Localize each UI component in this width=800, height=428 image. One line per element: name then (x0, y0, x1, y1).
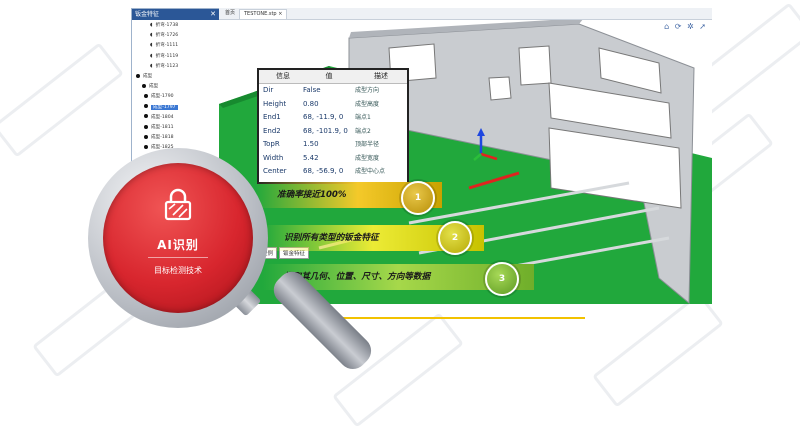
info-desc: 成型方向 (355, 87, 380, 94)
tab-testone-label: TESTONE.stp (244, 11, 277, 17)
info-table-row: End2 68, -101.9, 0 端点2 (259, 125, 407, 139)
info-value: 68, -56.9, 0 (303, 167, 344, 175)
tree-item[interactable]: 成型-1811 (144, 124, 174, 131)
bend-icon: ◖ (150, 22, 153, 28)
tree-item[interactable]: ◖ 折弯-1111 (150, 42, 178, 49)
tree-item-label: 成型 (149, 84, 159, 90)
bend-icon: ◖ (150, 42, 153, 49)
feature-dot-icon (144, 104, 148, 109)
bend-icon: ◖ (150, 62, 153, 69)
wall-cutout (518, 45, 552, 86)
header-value: 值 (325, 72, 333, 80)
tree-item[interactable]: ◖ 折弯-1726 (150, 32, 178, 39)
magnifier-subtitle: 目标检测技术 (154, 266, 202, 275)
settings-icon[interactable]: ✲ (687, 22, 694, 31)
header-info: 信息 (276, 72, 290, 80)
callout-text: 准确率接近100% (277, 190, 347, 200)
feature-dot-icon (136, 73, 140, 78)
magnifier-title: AI识别 (157, 238, 199, 252)
feature-tree-title-bar: 钣金特征 ✕ (132, 9, 219, 20)
rotate-icon[interactable]: ⟳ (675, 22, 682, 31)
feature-tree-title: 钣金特征 (135, 11, 160, 18)
tab-close-icon[interactable]: × (278, 11, 282, 17)
close-icon[interactable]: ✕ (210, 9, 216, 20)
tree-item[interactable]: 成型 (142, 83, 158, 90)
callout-text: 识别所有类型的钣金特征 (284, 233, 379, 243)
tree-item-label: 成型-1804 (151, 114, 174, 120)
info-value: 1.50 (303, 140, 319, 148)
info-table-header: 信息 值 描述 (259, 70, 407, 84)
info-key: Dir (263, 86, 274, 94)
info-value: 68, -11.9, 0 (303, 113, 344, 121)
info-value: False (303, 86, 321, 94)
info-key: Width (263, 153, 284, 162)
tab-testone[interactable]: TESTONE.stp × (239, 9, 288, 19)
tree-item[interactable]: ◖ 折弯-1119 (150, 53, 178, 60)
info-desc: 顶部半径 (355, 141, 380, 148)
feature-dot-icon (144, 144, 148, 149)
info-key: Center (263, 167, 287, 175)
feature-dot-icon (144, 124, 148, 129)
info-desc: 端点2 (355, 127, 371, 135)
info-value: 0.80 (303, 99, 319, 108)
info-table-row: Dir False 成型方向 (259, 84, 407, 98)
tree-item-label: 成型-1790 (151, 94, 174, 100)
tree-item[interactable]: 成型-1790 (144, 93, 174, 100)
info-key: End2 (263, 126, 281, 135)
tree-item-label: 折弯-1111 (155, 43, 179, 49)
feature-dot-icon (142, 83, 146, 88)
tree-item-label: 折弯-1119 (155, 53, 179, 59)
tree-item-label: 成型 (143, 74, 153, 79)
info-table-row: Width 5.42 成型宽度 (259, 152, 407, 166)
header-desc: 描述 (374, 72, 388, 80)
tree-item-label: 折弯-1726 (155, 33, 179, 39)
callout-number-badge: 1 (401, 181, 435, 215)
info-key: End1 (263, 113, 281, 121)
tree-item[interactable]: ◖ 折弯-1738 (150, 22, 178, 29)
info-table-row: End1 68, -11.9, 0 端点1 (259, 111, 407, 125)
info-table-row: Height 0.80 成型高度 (259, 98, 407, 112)
tree-item[interactable]: 成型-1804 (144, 114, 174, 121)
bend-icon: ◖ (150, 32, 153, 39)
info-table-row: TopR 1.50 顶部半径 (259, 138, 407, 152)
info-desc: 端点1 (355, 114, 371, 121)
tree-item-label: 折弯-1123 (155, 63, 179, 69)
tree-item-label: 成型-1811 (151, 125, 174, 130)
lock-icon (164, 188, 192, 221)
info-table-row: Center 68, -56.9, 0 成型中心点 (259, 165, 407, 179)
info-desc: 成型高度 (355, 100, 380, 108)
info-table-body: Dir False 成型方向 Height 0.80 成型高度 End1 68, -11.9,… (259, 84, 407, 179)
tree-item[interactable]: 成型 (136, 73, 152, 80)
tree-item[interactable]: 成型-1797 (144, 104, 178, 111)
magnifier-separator (148, 257, 208, 258)
info-desc: 成型中心点 (355, 168, 386, 175)
viewer-toolbar: ⌂ ⟳ ✲ ➚ (661, 22, 706, 31)
bend-icon: ◖ (150, 52, 153, 59)
tree-item[interactable]: 成型-1818 (144, 134, 174, 141)
document-tabs (219, 8, 712, 20)
feature-info-table: 信息 值 描述 Dir False 成型方向 Height 0.80 成型高度 End1 68… (257, 68, 409, 184)
tree-item-label: 成型-1818 (151, 135, 174, 141)
tab-home[interactable]: 首页 (221, 9, 239, 18)
feature-dot-icon (144, 93, 148, 98)
feature-dot-icon (144, 134, 148, 139)
pointer-icon[interactable]: ➚ (699, 22, 706, 31)
home-icon[interactable]: ⌂ (664, 22, 669, 31)
wall-cutout (488, 76, 512, 101)
tree-item-label: 成型-1797 (151, 104, 178, 110)
feature-dot-icon (144, 114, 148, 119)
info-desc: 成型宽度 (355, 154, 380, 162)
info-key: TopR (263, 140, 280, 148)
info-value: 68, -101.9, 0 (303, 126, 348, 135)
callout-number-badge: 3 (485, 262, 519, 296)
info-value: 5.42 (303, 153, 319, 162)
tree-item-label: 折弯-1738 (155, 23, 179, 28)
info-key: Height (263, 99, 287, 108)
tree-item[interactable]: ◖ 折弯-1123 (150, 63, 178, 70)
callout-number-badge: 2 (438, 221, 472, 255)
